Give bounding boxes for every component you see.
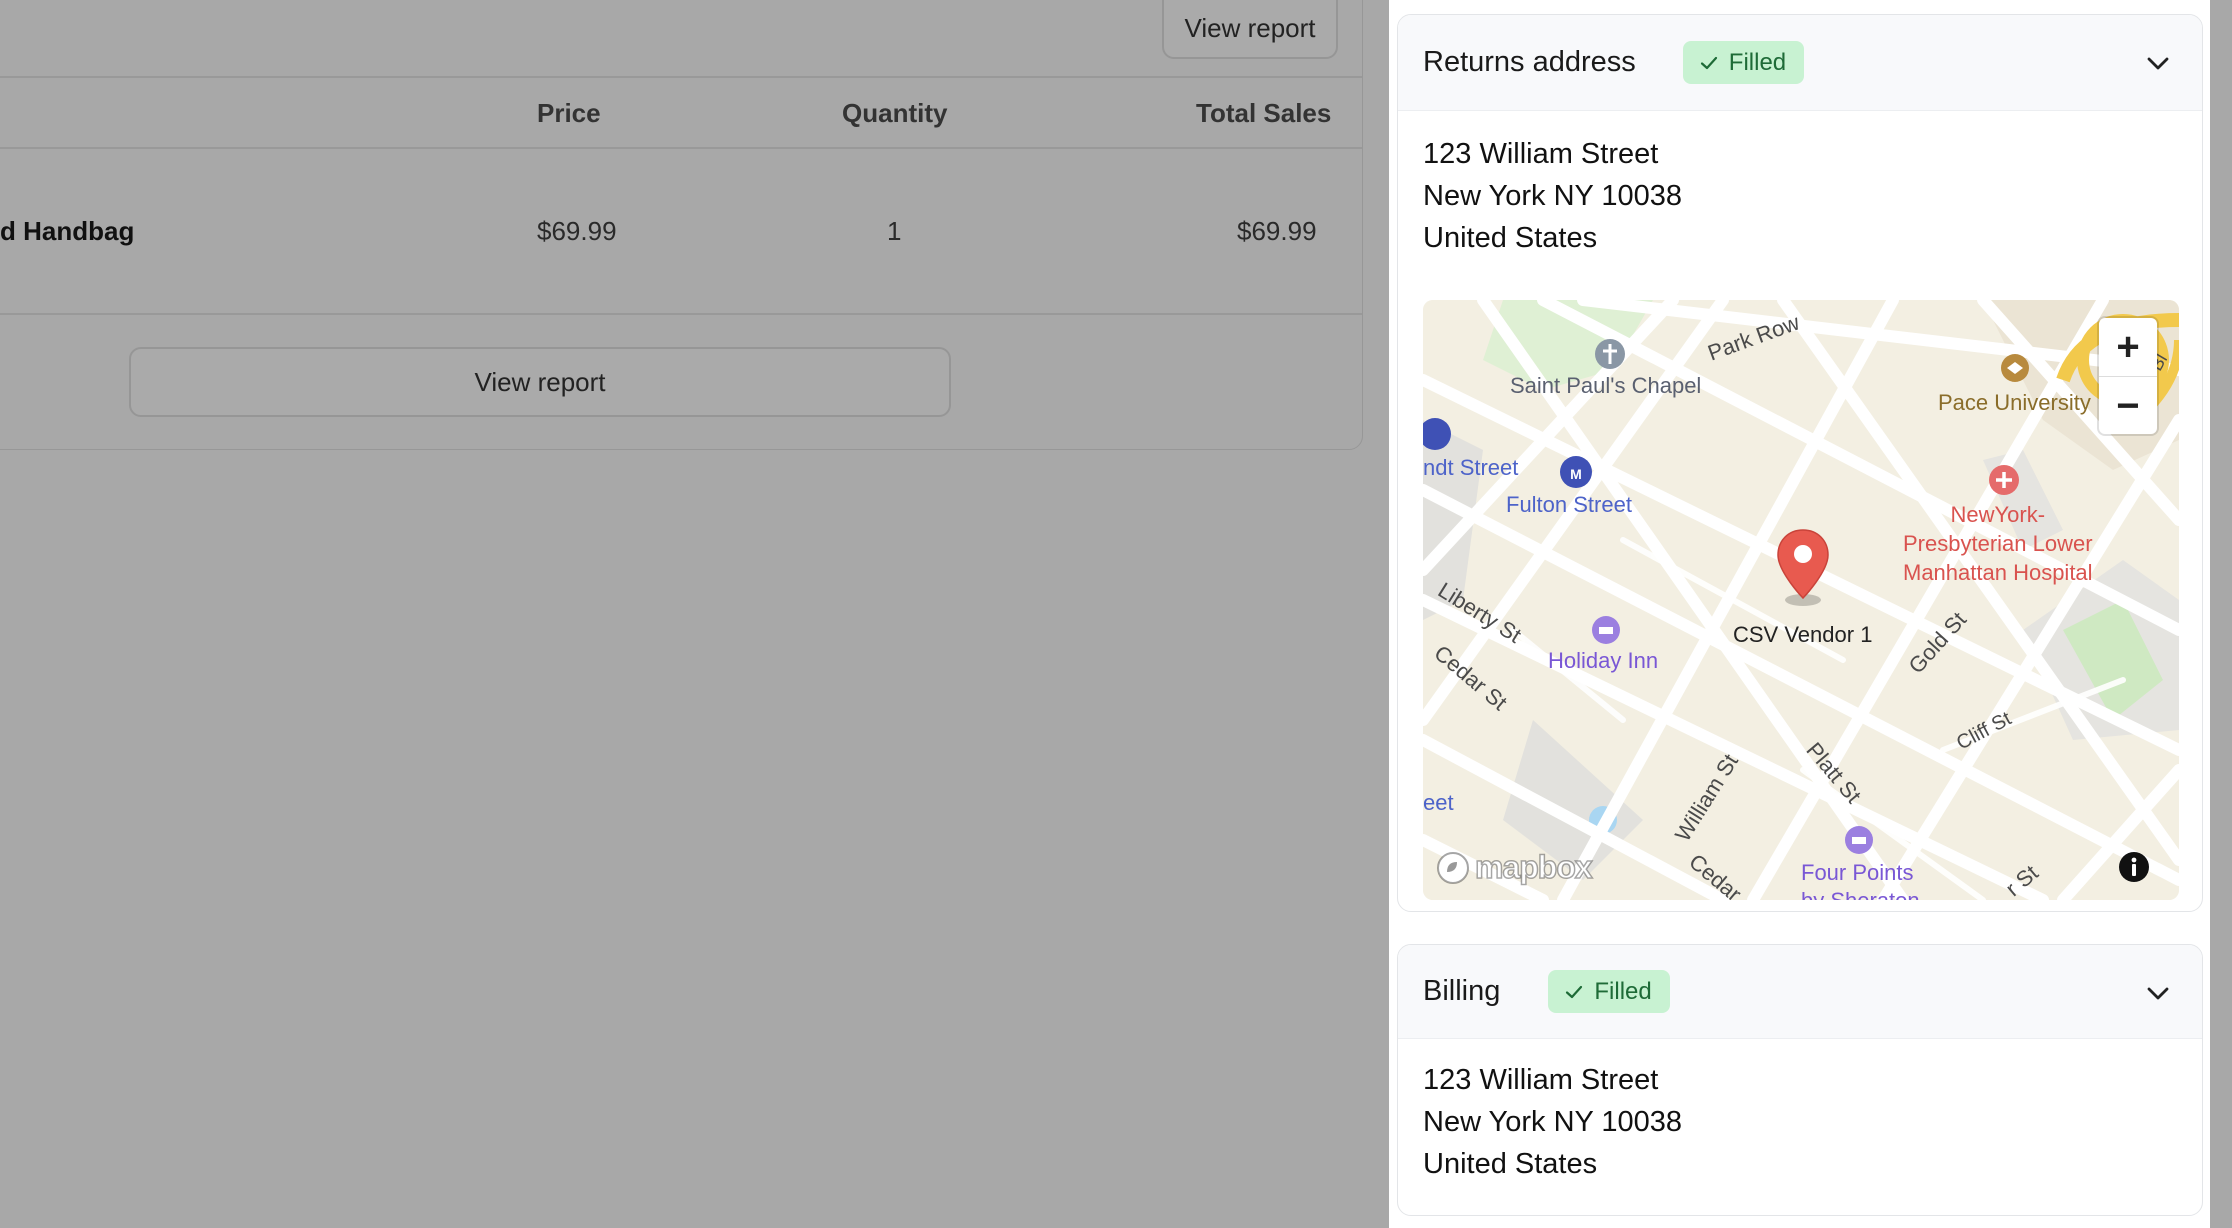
map-label-four-points: Four Points [1801, 860, 1914, 885]
billing-header[interactable]: Billing Filled [1398, 945, 2202, 1039]
view-report-button[interactable]: View report [129, 347, 951, 417]
mapbox-logo-text: mapbox [1474, 848, 1593, 886]
status-badge: Filled [1682, 41, 1805, 84]
address-line: 123 William Street [1423, 1064, 1659, 1096]
map-label-eet: eet [1423, 790, 1454, 815]
status-badge-label: Filled [1728, 48, 1787, 76]
price-cell: $69.99 [537, 216, 617, 246]
returns-address-title: Returns address [1423, 46, 1636, 78]
vendor-detail-drawer: Returns address Filled 123 William Stree… [1389, 0, 2210, 1228]
map-label-holiday-inn: Holiday Inn [1548, 648, 1659, 673]
map-label-saint-pauls: Saint Paul's Chapel [1510, 373, 1702, 398]
billing-title: Billing [1423, 975, 1501, 1007]
mapbox-logo[interactable]: mapbox [1435, 848, 1593, 886]
table-divider [0, 313, 1362, 315]
map-label-pace: Pace University [1938, 390, 2091, 415]
check-icon [1700, 56, 1717, 69]
map-label-hospital: NewYork- Presbyterian Lower Manhattan Ho… [1903, 502, 2093, 585]
billing-address-text: 123 William Street New York NY 10038 Uni… [1398, 1039, 2202, 1185]
address-line: 123 William Street [1423, 138, 1659, 170]
quantity-header: Quantity [842, 98, 948, 128]
hospital-icon [1989, 465, 2019, 495]
quantity-cell: 1 [887, 216, 902, 246]
map-marker-label: CSV Vendor 1 [1733, 622, 1873, 647]
returns-address-card: Returns address Filled 123 William Stree… [1397, 14, 2203, 912]
price-header: Price [537, 98, 601, 128]
address-line: New York NY 10038 [1423, 180, 1683, 212]
returns-address-text: 123 William Street New York NY 10038 Uni… [1398, 111, 2202, 259]
chevron-down-icon[interactable] [2142, 47, 2174, 79]
zoom-controls: + − [2099, 318, 2157, 434]
map-label-by-sheraton: by Sheraton [1801, 888, 1920, 900]
billing-card: Billing Filled 123 William Street New Yo… [1397, 944, 2203, 1216]
returns-address-header[interactable]: Returns address Filled [1398, 15, 2202, 111]
university-icon [2001, 354, 2029, 382]
church-icon [1595, 339, 1625, 369]
chevron-down-icon[interactable] [2142, 977, 2174, 1009]
product-name: d Handbag [0, 216, 135, 246]
mapbox-logo-icon [1437, 851, 1469, 884]
location-map[interactable]: M Park Row Saint Paul's Chapel Pace Univ… [1423, 300, 2179, 900]
address-line: United States [1423, 1148, 1598, 1180]
map-label-fulton: Fulton Street [1506, 492, 1632, 517]
status-badge: Filled [1548, 970, 1670, 1013]
status-badge-label: Filled [1594, 977, 1652, 1005]
map-label-ndt-street: ndt Street [1423, 455, 1519, 480]
address-line: New York NY 10038 [1423, 1106, 1683, 1138]
total-sales-header: Total Sales [1196, 98, 1332, 128]
address-line: United States [1423, 222, 1598, 254]
zoom-out-button[interactable]: − [2099, 377, 2157, 435]
check-icon [1566, 985, 1583, 998]
view-report-button-top[interactable]: View report [1162, 0, 1338, 59]
total-cell: $69.99 [1237, 216, 1317, 246]
map-pin-icon[interactable] [1775, 528, 1831, 608]
table-divider [0, 76, 1362, 78]
zoom-in-button[interactable]: + [2099, 318, 2157, 377]
svg-text:M: M [1570, 466, 1582, 482]
info-icon[interactable] [2117, 850, 2151, 884]
table-divider [0, 147, 1362, 149]
